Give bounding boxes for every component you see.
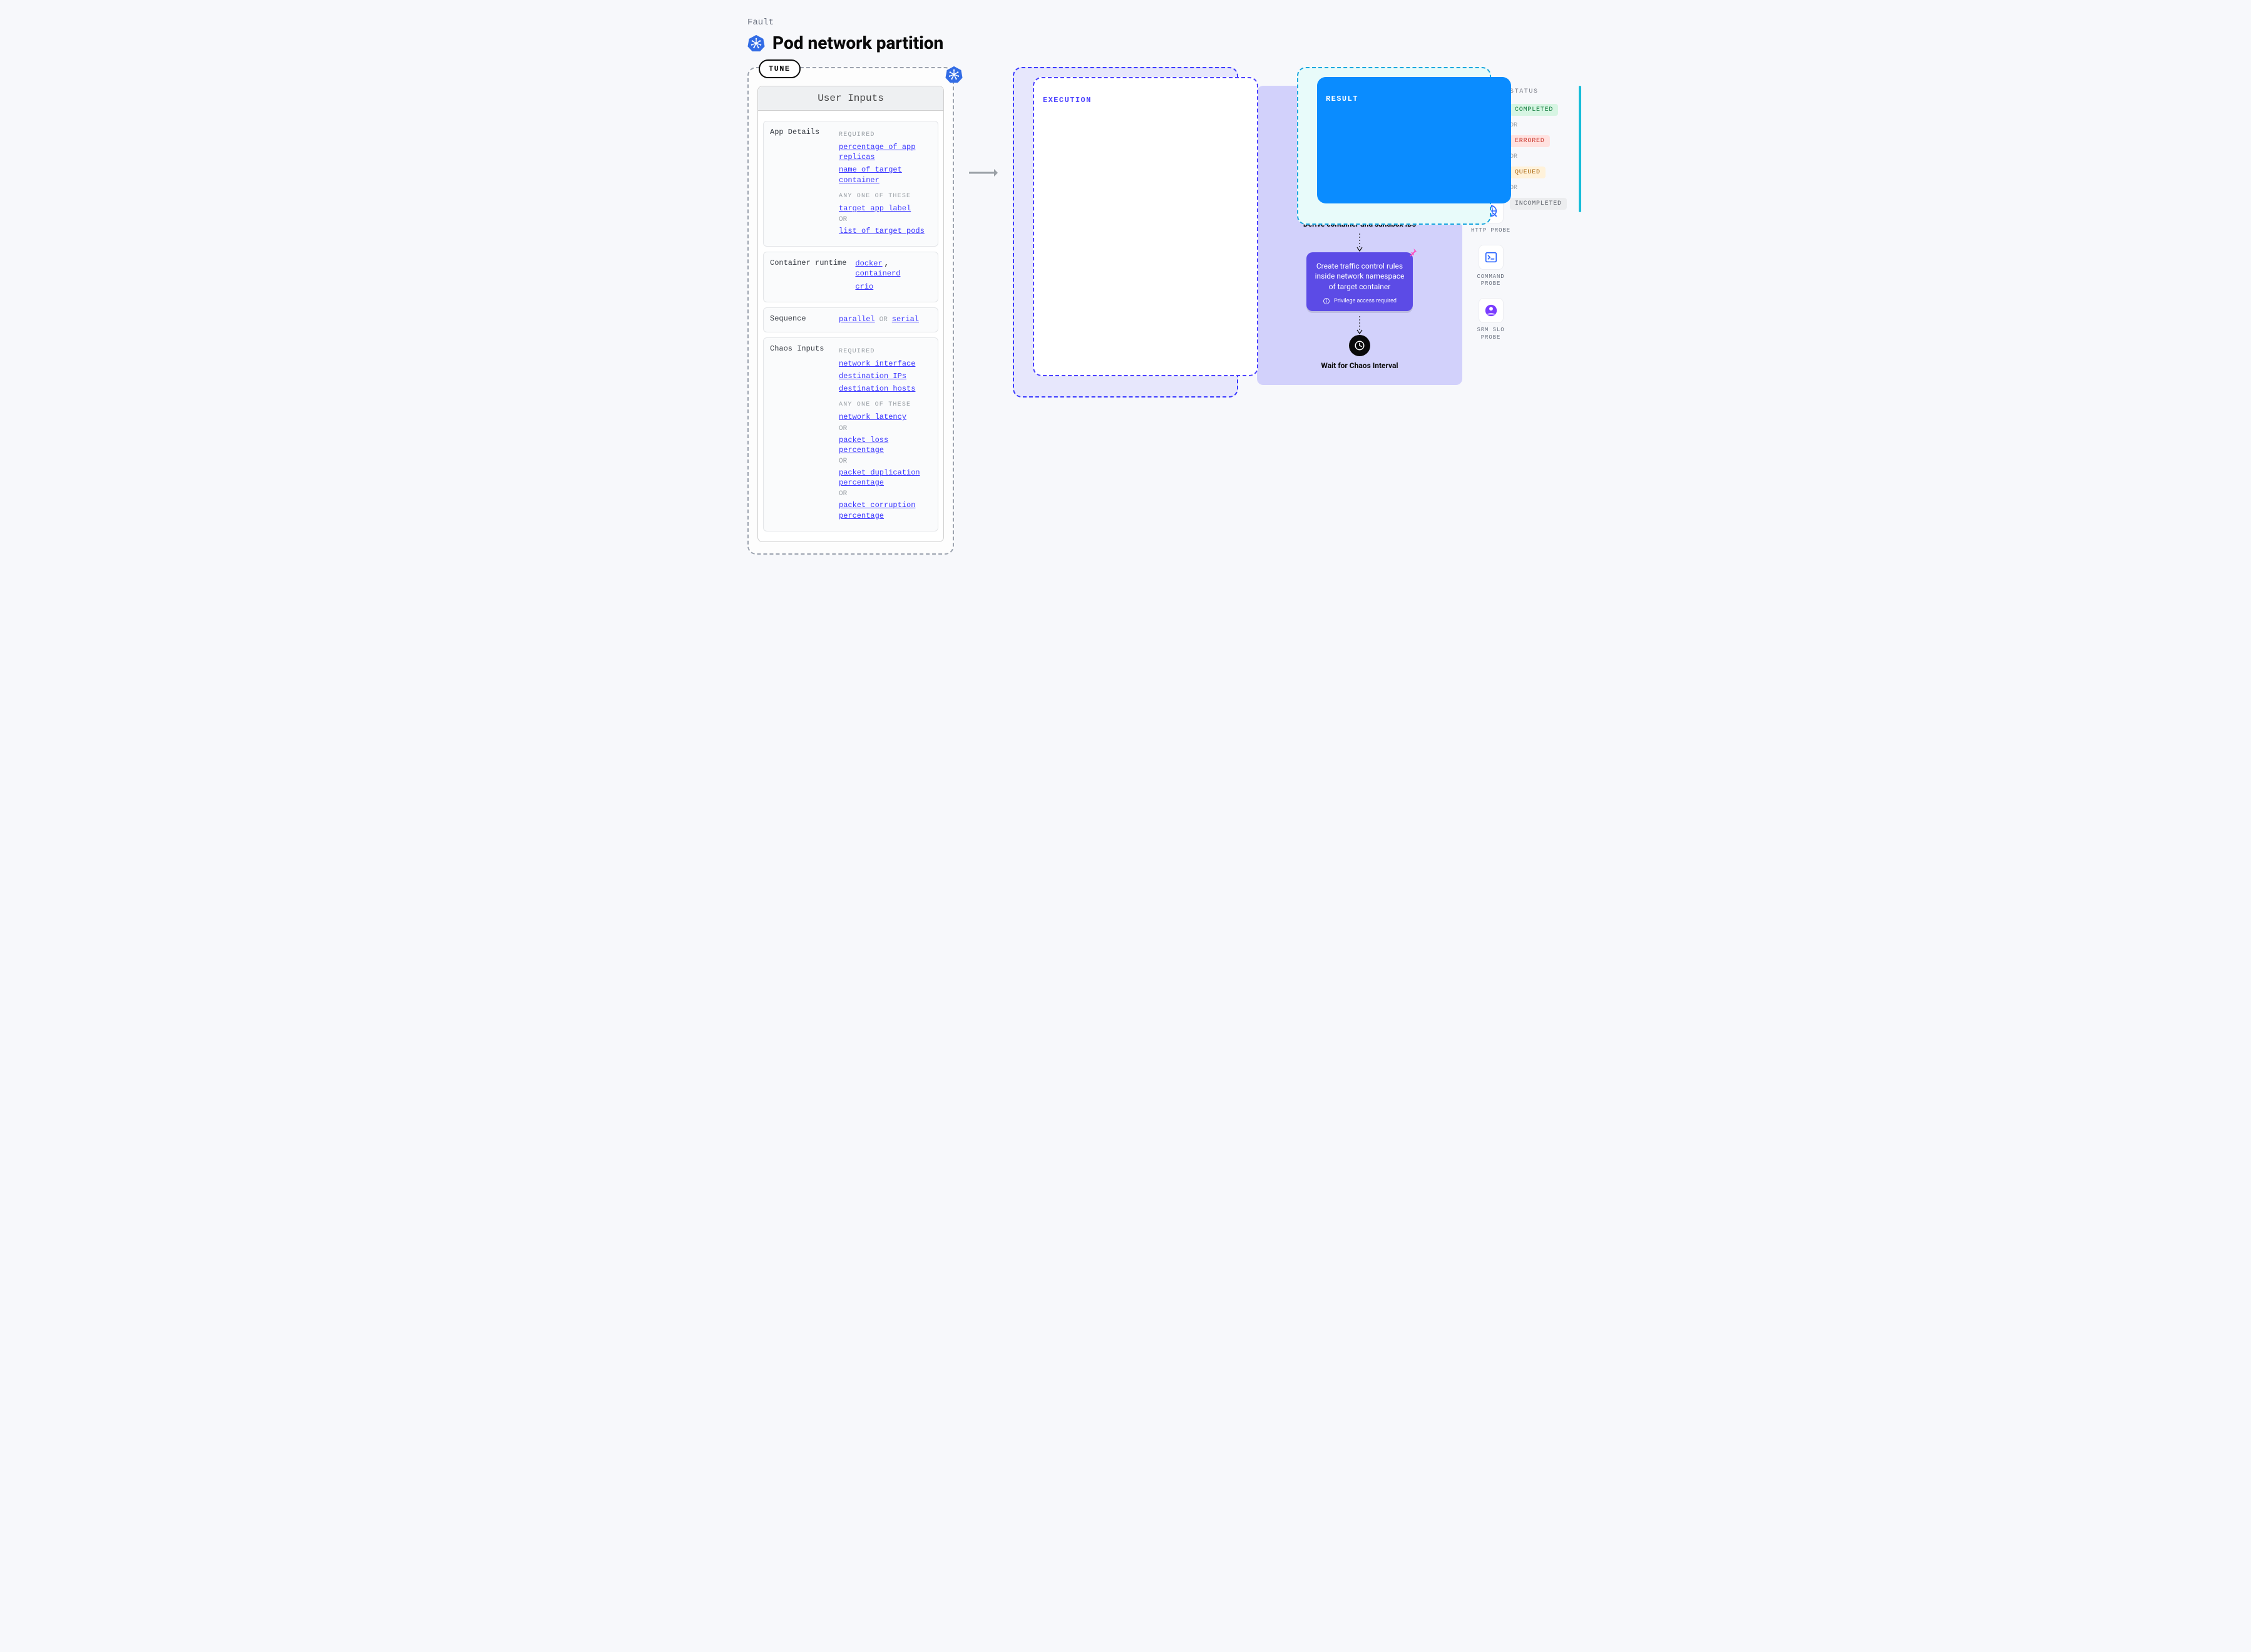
or-sep: OR bbox=[1510, 122, 1570, 129]
arrow-tune-to-exec bbox=[969, 167, 998, 178]
probe-command: COMMAND PROBE bbox=[1471, 245, 1510, 288]
output-title: Output bbox=[1580, 87, 1581, 111]
k8s-node-icon bbox=[945, 66, 963, 86]
or-sep: OR bbox=[839, 216, 931, 223]
section-container-runtime: Container runtime docker , containerd cr… bbox=[763, 252, 938, 302]
or-sep: OR bbox=[879, 316, 888, 324]
srm-icon bbox=[1479, 298, 1504, 323]
result-stage: RESULT STATUS COMPLETED OR ERRORED OR QU… bbox=[1297, 67, 1491, 225]
required-item[interactable]: destination hosts bbox=[839, 384, 931, 394]
sections: App Details REQUIRED percentage of app r… bbox=[758, 111, 943, 541]
flow-connector bbox=[1266, 233, 1454, 252]
anyone-label: ANY ONE OF THESE bbox=[839, 401, 931, 408]
runtime-option[interactable]: containerd bbox=[855, 269, 900, 278]
section-title: Sequence bbox=[770, 314, 830, 324]
k8s-icon bbox=[747, 34, 765, 52]
section-title: App Details bbox=[770, 128, 830, 239]
section-title: Container runtime bbox=[770, 259, 846, 294]
runtime-option[interactable]: crio bbox=[855, 282, 931, 292]
section-chaos-inputs: Chaos Inputs REQUIRED network interface … bbox=[763, 337, 938, 531]
section-body: parallel OR serial bbox=[839, 314, 931, 324]
section-sequence: Sequence parallel OR serial bbox=[763, 307, 938, 332]
page-title-row: Pod network partition bbox=[747, 33, 1504, 53]
tune-stage: TUNE User Inputs App Details REQUIRED pe… bbox=[747, 67, 954, 555]
traffic-control-card: Create traffic control rules inside netw… bbox=[1306, 252, 1413, 311]
page-title: Pod network partition bbox=[772, 33, 943, 53]
or-sep: OR bbox=[839, 490, 931, 498]
anyone-item[interactable]: list of target pods bbox=[839, 226, 931, 236]
exec-step-3: Create traffic control rules inside netw… bbox=[1266, 252, 1454, 311]
or-sep: OR bbox=[1510, 153, 1570, 160]
status-badge-incompleted: INCOMPLETED bbox=[1510, 198, 1567, 210]
output-panel: Output Metrics chaos metrics Probe Resul… bbox=[1579, 86, 1581, 212]
step-caption: Wait for Chaos Interval bbox=[1321, 361, 1398, 370]
probe-label: SRM SLO PROBE bbox=[1471, 327, 1510, 341]
probe-srm: SRM SLO PROBE bbox=[1471, 298, 1510, 341]
tune-stage-label: TUNE bbox=[759, 59, 801, 78]
probe-label: HTTP PROBE bbox=[1471, 227, 1510, 235]
section-title: Chaos Inputs bbox=[770, 344, 830, 523]
flow-connector bbox=[1266, 316, 1454, 335]
section-body: docker , containerd crio bbox=[855, 259, 931, 294]
or-sep: OR bbox=[839, 458, 931, 465]
anyone-label: ANY ONE OF THESE bbox=[839, 193, 931, 200]
privilege-note-text: Privilege access required bbox=[1334, 298, 1397, 304]
anyone-item[interactable]: packet corruption percentage bbox=[839, 500, 931, 520]
section-body: REQUIRED percentage of app replicas name… bbox=[839, 128, 931, 239]
terminal-icon bbox=[1479, 245, 1504, 270]
or-sep: OR bbox=[1510, 185, 1570, 192]
statuses: STATUS COMPLETED OR ERRORED OR QUEUED OR… bbox=[1510, 86, 1570, 212]
status-title: STATUS bbox=[1510, 88, 1570, 95]
user-inputs-panel: User Inputs App Details REQUIRED percent… bbox=[757, 86, 944, 542]
step-caption: Create traffic control rules inside netw… bbox=[1314, 261, 1405, 292]
section-body: REQUIRED network interface destination I… bbox=[839, 344, 931, 523]
sequence-option[interactable]: serial bbox=[892, 315, 919, 324]
output-metrics-row: Metrics chaos metrics bbox=[1580, 111, 1581, 145]
user-inputs-panel-title: User Inputs bbox=[758, 86, 943, 111]
output-probe-row: Probe Results Passed OR Failed bbox=[1580, 145, 1581, 202]
anyone-item[interactable]: packet duplication percentage bbox=[839, 468, 931, 488]
status-badge-queued: QUEUED bbox=[1510, 167, 1546, 178]
board: TUNE User Inputs App Details REQUIRED pe… bbox=[747, 67, 1504, 555]
eyebrow: Fault bbox=[747, 18, 1504, 28]
required-item[interactable]: destination IPs bbox=[839, 371, 931, 381]
runtime-option[interactable]: docker bbox=[855, 259, 882, 268]
required-item[interactable]: network interface bbox=[839, 359, 931, 369]
clock-icon bbox=[1349, 335, 1370, 356]
anyone-item[interactable]: network latency bbox=[839, 412, 931, 422]
page: Fault Pod network partition TUNE User In… bbox=[725, 0, 1526, 580]
sep: , bbox=[885, 259, 889, 268]
probe-label: COMMAND PROBE bbox=[1471, 274, 1510, 288]
anyone-item[interactable]: packet loss percentage bbox=[839, 435, 931, 455]
status-badge-completed: COMPLETED bbox=[1510, 104, 1558, 116]
result-stage-label: RESULT bbox=[1317, 77, 1511, 203]
execution-stage: EXECUTION Targeted Pods Derive final pod… bbox=[1013, 67, 1238, 398]
pin-icon bbox=[1408, 247, 1418, 257]
required-label: REQUIRED bbox=[839, 131, 931, 138]
privilege-note: Privilege access required bbox=[1314, 297, 1405, 305]
execution-stage-label: EXECUTION bbox=[1033, 77, 1258, 376]
status-badge-errored: ERRORED bbox=[1510, 135, 1550, 147]
required-label: REQUIRED bbox=[839, 348, 931, 355]
exec-step-4: Wait for Chaos Interval bbox=[1266, 335, 1454, 370]
or-sep: OR bbox=[839, 425, 931, 433]
section-app-details: App Details REQUIRED percentage of app r… bbox=[763, 121, 938, 247]
anyone-item[interactable]: target app label bbox=[839, 203, 931, 213]
sequence-option[interactable]: parallel bbox=[839, 315, 875, 324]
required-item[interactable]: percentage of app replicas bbox=[839, 142, 931, 162]
required-item[interactable]: name of target container bbox=[839, 165, 931, 185]
